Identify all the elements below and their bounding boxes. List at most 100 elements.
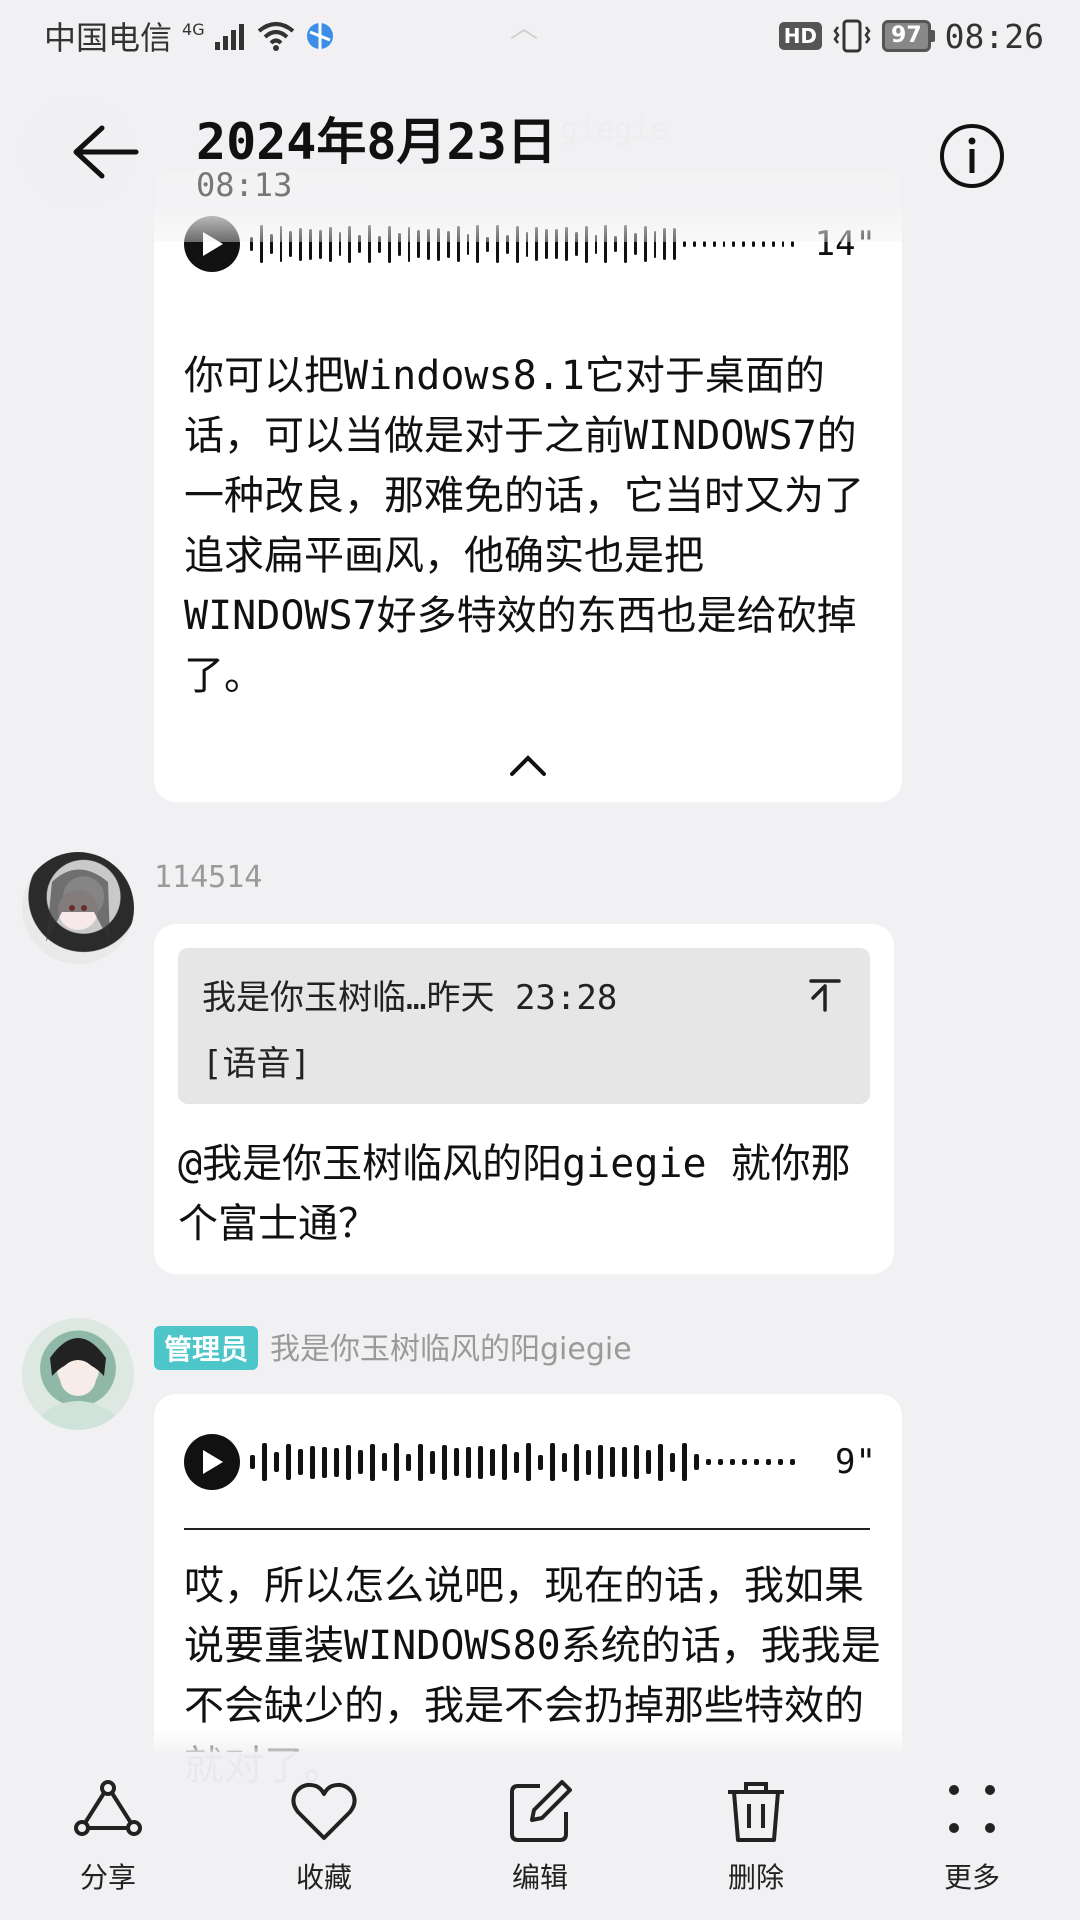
waveform-bar: [610, 1447, 615, 1477]
share-icon: [74, 1780, 142, 1836]
waveform-bar: [346, 1444, 351, 1480]
status-right: HD 97 08:26: [778, 16, 1044, 56]
avatar-114514[interactable]: [22, 852, 134, 964]
info-icon[interactable]: [938, 122, 1006, 190]
waveform-bar: [322, 1446, 327, 1478]
quote-header: 我是你玉树临…昨天 23:28: [202, 978, 618, 1018]
favorite-label: 收藏: [295, 1861, 352, 1894]
quoted-message[interactable]: 我是你玉树临…昨天 23:28 [语音]: [178, 948, 870, 1104]
delete-label: 删除: [727, 1861, 784, 1894]
share-label: 分享: [79, 1861, 136, 1894]
waveform-bar: [550, 1443, 555, 1481]
edit-label: 编辑: [511, 1861, 568, 1894]
waveform-bar: [562, 1452, 567, 1472]
waveform-bar: [370, 1443, 375, 1481]
status-left: 中国电信 4G: [44, 13, 335, 59]
waveform-bar: [658, 1443, 663, 1481]
waveform-bar: [634, 1445, 639, 1479]
share-button[interactable]: 分享: [33, 1776, 183, 1896]
wifi-icon: [257, 22, 294, 51]
sender-row-admin: 管理员 我是你玉树临风的阳giegie: [154, 1324, 632, 1370]
message-bubble-1[interactable]: 14" 你可以把Windows8.1它对于桌面的话，可以当做是对于之前WINDO…: [154, 170, 902, 802]
waveform-bar: [250, 1455, 255, 1469]
divider: [184, 1528, 870, 1530]
carrier-label: 中国电信: [44, 19, 173, 57]
battery-level: 97: [882, 20, 931, 52]
waveform-bar: [646, 1450, 651, 1474]
waveform-bar: [694, 1454, 699, 1470]
waveform-dot: [778, 1459, 783, 1465]
play-icon[interactable]: [184, 1434, 240, 1490]
voice-duration: 9": [835, 1442, 876, 1482]
edit-button[interactable]: 编辑: [465, 1776, 615, 1896]
waveform-dot: [754, 1459, 759, 1465]
waveform-bar: [394, 1443, 399, 1481]
waveform-bar: [682, 1443, 687, 1481]
waveform-dot: [790, 1459, 795, 1465]
waveform-bar: [454, 1448, 459, 1476]
page-subtitle: 08:13: [196, 166, 293, 204]
waveform-bar: [466, 1446, 471, 1478]
waveform-bar: [406, 1453, 411, 1471]
sender-name: 我是你玉树临风的阳giegie: [270, 1332, 632, 1367]
waveform-bar: [490, 1448, 495, 1476]
hd-badge: HD: [778, 22, 823, 50]
message-bubble-2[interactable]: 我是你玉树临…昨天 23:28 [语音] @我是你玉树临风的阳giegie 就你…: [154, 924, 894, 1274]
vibrate-icon: [833, 19, 871, 53]
delete-button[interactable]: 删除: [681, 1776, 831, 1896]
back-arrow-icon[interactable]: [70, 122, 140, 182]
waveform-dot: [742, 1459, 747, 1465]
waveform-bar: [262, 1443, 267, 1481]
status-bar: 中国电信 4G ︿ HD 97 08:26: [0, 0, 1080, 72]
waveform-dot: [730, 1459, 735, 1465]
waveform-bar: [514, 1451, 519, 1473]
collapse-caret-icon[interactable]: [508, 752, 548, 778]
signal-icon: [214, 24, 244, 50]
waveform-bar: [382, 1453, 387, 1471]
waveform-bar: [418, 1443, 423, 1481]
edit-icon: [510, 1780, 572, 1842]
waveform-bar: [574, 1443, 579, 1481]
waveform-bar: [622, 1447, 627, 1477]
sender-name: 114514: [154, 860, 263, 895]
voice-player-3[interactable]: 9": [184, 1434, 876, 1490]
waveform-bar: [538, 1454, 543, 1470]
vpn-globe-icon: [306, 23, 333, 49]
waveform-bar: [358, 1450, 363, 1474]
page-title: 2024年8月23日: [196, 113, 557, 171]
more-button[interactable]: 更多: [897, 1776, 1047, 1896]
waveform-bar: [430, 1450, 435, 1474]
waveform-bar: [298, 1449, 303, 1475]
waveform: [250, 1442, 815, 1482]
waveform-dot: [706, 1459, 711, 1465]
waveform-bar: [286, 1444, 291, 1480]
status-clock: 08:26: [944, 16, 1044, 56]
more-dots-icon: [949, 1785, 995, 1833]
transcript-text: 你可以把Windows8.1它对于桌面的话，可以当做是对于之前WINDOWS7的…: [184, 353, 864, 699]
admin-badge: 管理员: [154, 1326, 259, 1370]
waveform-dot: [718, 1459, 723, 1465]
message-text: @我是你玉树临风的阳giegie 就你那个富士通？: [178, 1141, 851, 1247]
waveform-bar: [502, 1444, 507, 1480]
waveform-bar: [334, 1447, 339, 1477]
waveform-bar: [598, 1445, 603, 1479]
avatar-admin[interactable]: [22, 1318, 134, 1430]
waveform-bar: [274, 1452, 279, 1472]
waveform-bar: [586, 1449, 591, 1475]
more-label: 更多: [943, 1861, 1000, 1894]
waveform-bar: [310, 1445, 315, 1479]
favorite-button[interactable]: 收藏: [249, 1776, 399, 1896]
pull-down-caret-icon: ︿: [510, 11, 539, 44]
quote-content: [语音]: [202, 1044, 311, 1084]
waveform-bar: [526, 1443, 531, 1481]
waveform-dot: [766, 1459, 771, 1465]
waveform-bar: [670, 1452, 675, 1472]
waveform-bar: [442, 1444, 447, 1480]
header: 2024年8月23日 08:13: [0, 72, 1080, 242]
waveform-bar: [478, 1445, 483, 1479]
jump-to-quote-icon[interactable]: [808, 976, 842, 1012]
network-label: 4G: [182, 19, 205, 39]
bottom-toolbar: 分享 收藏 编辑 删除 更多: [0, 1752, 1080, 1920]
battery-icon: 97: [882, 20, 935, 52]
heart-icon: [291, 1782, 357, 1840]
